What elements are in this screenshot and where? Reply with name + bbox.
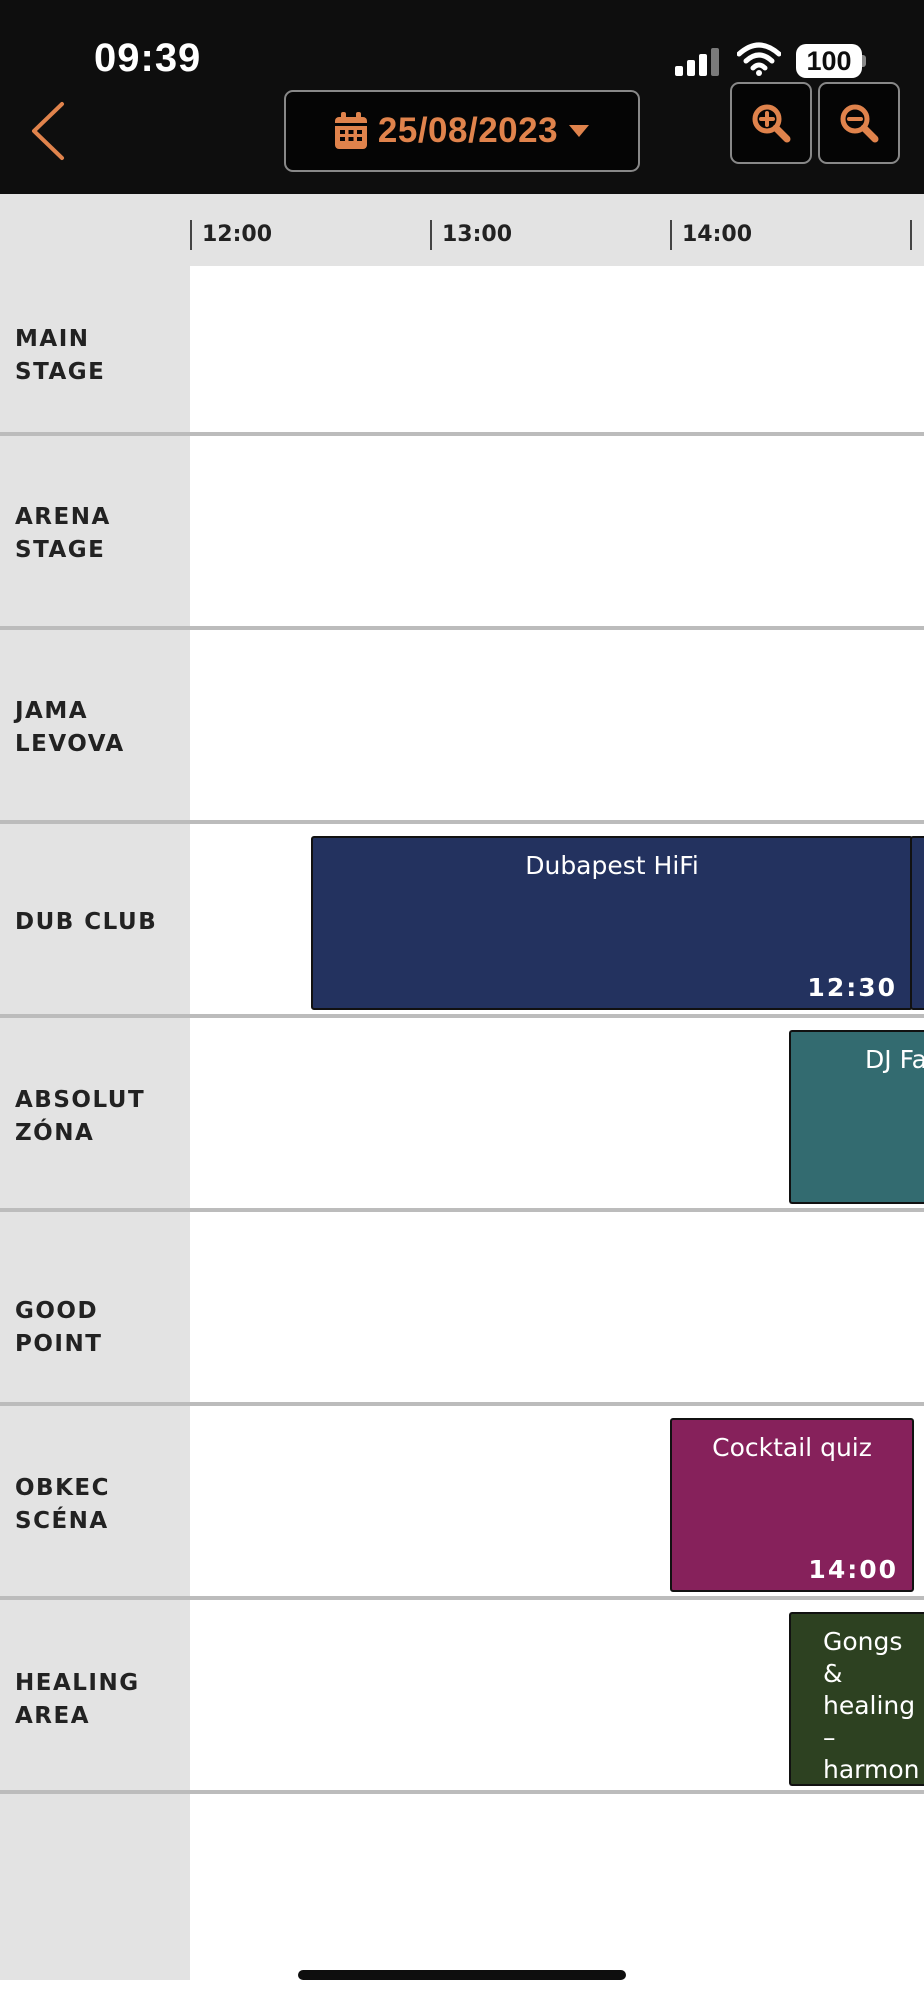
- wifi-icon: [737, 42, 781, 76]
- battery-nub: [862, 55, 866, 67]
- row-divider: [0, 432, 924, 436]
- event-dj-fa[interactable]: DJ Fa: [789, 1030, 924, 1204]
- row-divider: [0, 626, 924, 630]
- stage-label-dub-club: DUB CLUB: [15, 909, 158, 935]
- stage-label-absolut-zona: ABSOLUT ZÓNA: [15, 1087, 146, 1146]
- home-indicator: [298, 1970, 626, 1980]
- caret-down-icon: [569, 125, 590, 137]
- row-divider: [0, 1402, 924, 1406]
- row-divider: [0, 1596, 924, 1600]
- stage-label-good-point: GOOD POINT: [15, 1298, 103, 1357]
- zoom-in-button[interactable]: [730, 82, 812, 164]
- stage-label-main-stage: MAIN STAGE: [15, 326, 106, 385]
- stage-label-obkec-scena: OBKEC SCÉNA: [15, 1475, 110, 1534]
- time-tick-next: [910, 220, 922, 250]
- stage-label-arena-stage: ARENA STAGE: [15, 504, 111, 563]
- event-dubapest-hifi[interactable]: Dubapest HiFi 12:30: [311, 836, 913, 1010]
- timeline-header: 12:00 13:00 14:00: [0, 194, 924, 266]
- event-title: Dubapest HiFi: [525, 851, 699, 880]
- row-divider: [0, 1208, 924, 1212]
- row-divider: [0, 820, 924, 824]
- status-time: 09:39: [94, 36, 202, 80]
- event-start-time: 14:00: [808, 1555, 898, 1584]
- back-button[interactable]: [22, 96, 74, 166]
- stage-label-healing-area: HEALING AREA: [15, 1670, 140, 1729]
- row-divider: [0, 1014, 924, 1018]
- zoom-out-button[interactable]: [818, 82, 900, 164]
- time-tick: 13:00: [430, 220, 512, 250]
- stage-label-jama-levova: JAMA LEVOVA: [15, 698, 125, 757]
- event-next-dub-club[interactable]: [910, 836, 924, 1010]
- event-title: Cocktail quiz: [712, 1433, 872, 1462]
- zoom-in-icon: [752, 104, 791, 143]
- calendar-icon: [334, 112, 367, 149]
- date-picker-button[interactable]: 25/08/2023: [284, 90, 640, 172]
- event-title: DJ Fa: [865, 1045, 924, 1074]
- battery-icon: 100: [796, 44, 862, 78]
- event-start-time: 12:30: [807, 973, 897, 1002]
- row-divider: [0, 1790, 924, 1794]
- event-gongs-healing[interactable]: Gongs & healing – harmon: [789, 1612, 924, 1786]
- event-title: Gongs & healing – harmon: [823, 1627, 920, 1784]
- top-bar: 09:39 100 25/08/2023: [0, 0, 924, 194]
- date-label: 25/08/2023: [377, 111, 559, 150]
- time-tick: 12:00: [190, 220, 272, 250]
- zoom-out-icon: [840, 104, 879, 143]
- time-tick: 14:00: [670, 220, 752, 250]
- signal-icon: [675, 48, 723, 76]
- event-cocktail-quiz[interactable]: Cocktail quiz 14:00: [670, 1418, 914, 1592]
